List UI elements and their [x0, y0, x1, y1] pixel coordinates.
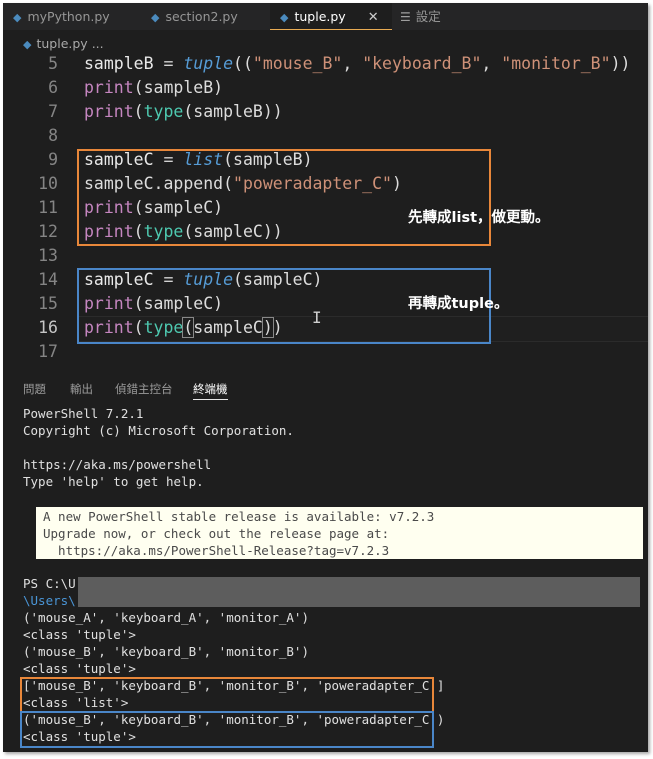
tab-debug-console[interactable]: 偵錯主控台	[115, 379, 173, 399]
terminal-output-line: ('mouse_B', 'keyboard_B', 'monitor_B')	[23, 644, 309, 659]
code-line: 5 sampleB = tuple(("mouse_B", "keyboard_B…	[48, 54, 631, 73]
update-notice: A new PowerShell stable release is avail…	[36, 507, 643, 559]
code-line: 6 print(sampleB)	[48, 78, 224, 97]
tab-settings[interactable]: ☰ 設定	[400, 3, 441, 30]
terminal-line: Copyright (c) Microsoft Corporation.	[23, 423, 294, 438]
python-icon: ◆	[13, 11, 22, 24]
notice-line: A new PowerShell stable release is avail…	[43, 509, 435, 524]
orange-annotation: 先轉成list，做更動。	[408, 210, 550, 226]
blue-output-box	[20, 711, 434, 748]
orange-highlight-box	[77, 149, 491, 246]
notice-line: https://aka.ms/PowerShell-Release?tag=v7…	[43, 543, 390, 558]
close-icon[interactable]: ✕	[368, 10, 379, 25]
terminal-output-line: <class 'tuple'>	[23, 627, 136, 642]
code-line: 13	[38, 246, 58, 265]
terminal-line: PowerShell 7.2.1	[23, 406, 144, 421]
terminal-line: Type 'help' to get help.	[23, 474, 204, 489]
text-cursor-icon: I	[312, 308, 322, 327]
tab-section2[interactable]: ◆ section2.py	[151, 3, 238, 30]
terminal-prompt: PS C:\U	[23, 576, 76, 591]
orange-output-box	[20, 677, 434, 713]
settings-icon: ☰	[400, 10, 411, 24]
python-icon: ◆	[23, 38, 32, 51]
tab-problems[interactable]: 問題	[23, 379, 46, 399]
blue-annotation: 再轉成tuple。	[408, 296, 509, 312]
tab-mypython[interactable]: ◆ myPython.py	[13, 3, 110, 30]
editor-window: ◆ myPython.py ◆ section2.py ◆ tuple.py ✕ ☰ 設定…	[3, 3, 648, 752]
tab-tuple[interactable]: ◆ tuple.py ✕	[270, 3, 392, 30]
terminal-output-line: <class 'tuple'>	[23, 661, 136, 676]
panel-tabs: 問題 輸出 偵錯主控台 終端機	[3, 375, 648, 401]
notice-line: Upgrade now, or check out the release pa…	[43, 526, 390, 541]
tab-terminal[interactable]: 終端機	[193, 379, 228, 400]
terminal-prompt-path: \Users\	[23, 593, 76, 608]
code-line: 8	[48, 126, 58, 145]
tab-output[interactable]: 輸出	[70, 379, 93, 399]
python-icon: ◆	[151, 11, 160, 24]
redacted-area	[78, 577, 640, 607]
code-line: 7 print(type(sampleB))	[48, 102, 283, 121]
terminal-output-line: ('mouse_A', 'keyboard_A', 'monitor_A')	[23, 610, 309, 625]
tab-bar: ◆ myPython.py ◆ section2.py ◆ tuple.py ✕ ☰ 設定	[3, 3, 648, 30]
python-icon: ◆	[280, 11, 289, 24]
terminal-line: https://aka.ms/powershell	[23, 457, 212, 472]
